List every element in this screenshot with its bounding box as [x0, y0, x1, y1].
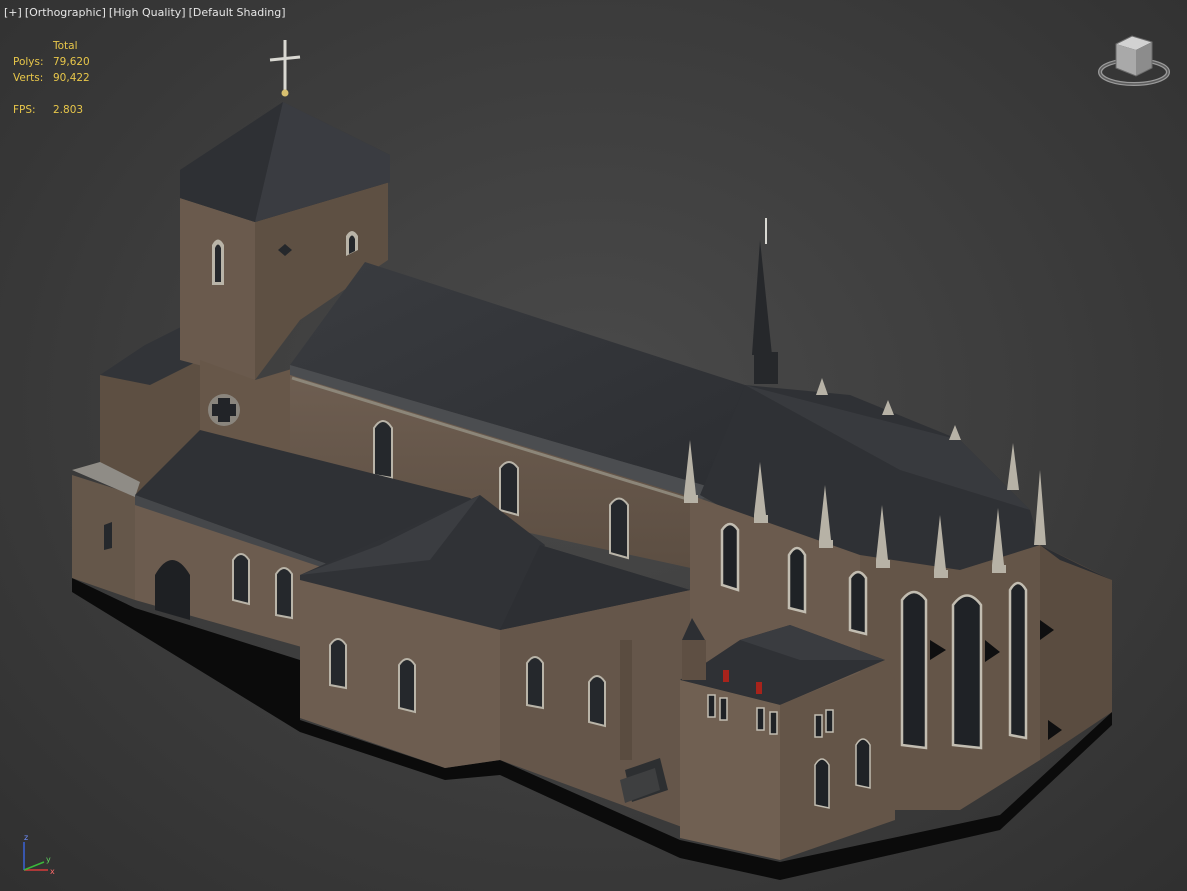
polys-value: 79,620 [53, 56, 90, 68]
viewport-shading-quality-menu[interactable]: [High Quality] [109, 6, 186, 19]
fps-value: 2.803 [53, 104, 84, 116]
axis-z-label: z [24, 833, 28, 842]
verts-label: Verts: [13, 72, 44, 84]
viewport-point-of-view-menu[interactable]: [Orthographic] [25, 6, 106, 19]
viewport-shading-mode-menu[interactable]: [Default Shading] [189, 6, 286, 19]
viewport[interactable]: [+] [Orthographic] [High Quality] [Default … [0, 0, 1187, 891]
axis-tripod-icon: z y x [23, 833, 55, 876]
fps-label: FPS: [13, 104, 36, 116]
axis-y-label: y [46, 855, 51, 864]
verts-value: 90,422 [53, 72, 90, 84]
stats-header: Total [53, 40, 78, 52]
axis-x-label: x [50, 867, 55, 876]
church-model[interactable] [0, 0, 1187, 891]
viewport-statistics: Total Polys: 79,620 Verts: 90,422 FPS: 2.80… [13, 38, 113, 118]
view-cube-icon[interactable] [1094, 30, 1174, 94]
viewport-label-menu[interactable]: [+] [Orthographic] [High Quality] [Default … [4, 6, 289, 19]
polys-label: Polys: [13, 56, 44, 68]
viewport-general-menu[interactable]: [+] [4, 6, 22, 19]
